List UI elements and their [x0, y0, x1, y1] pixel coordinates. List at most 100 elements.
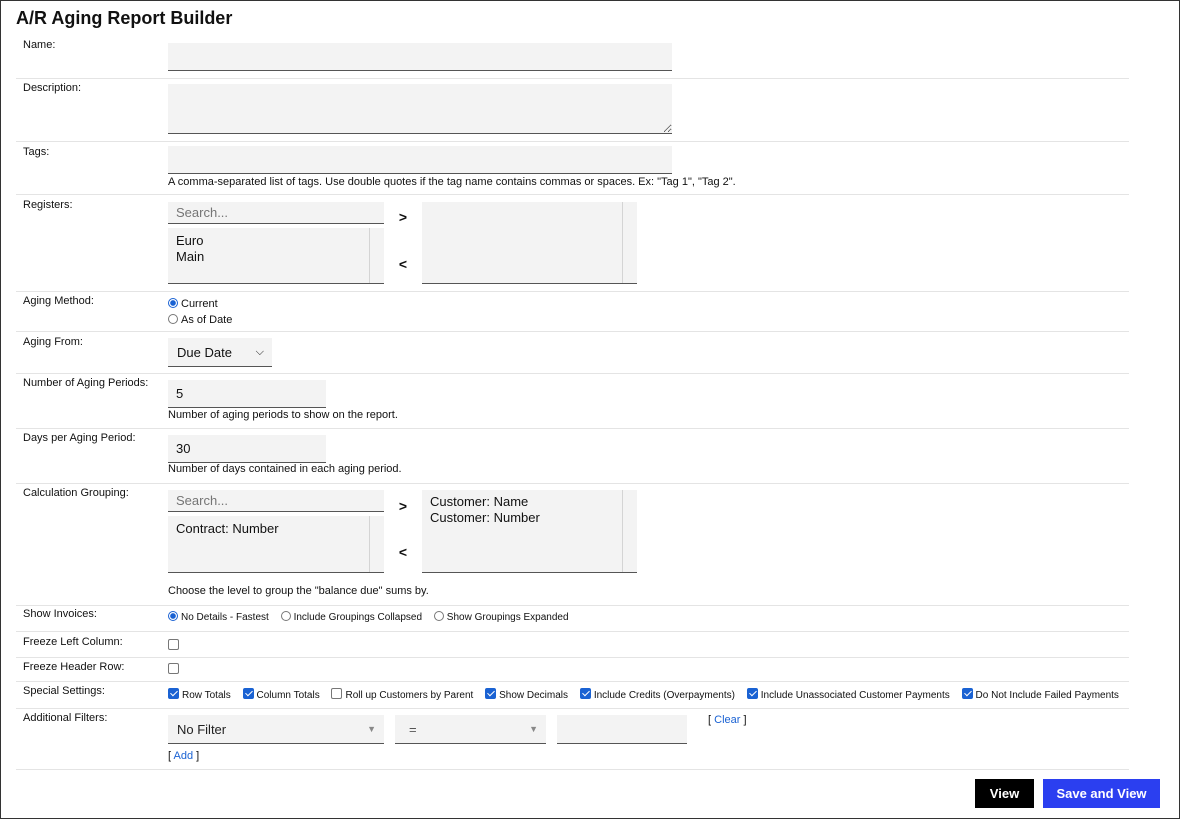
registers-label: Registers:: [23, 199, 73, 211]
name-row: Name:: [16, 34, 1129, 79]
clear-filter-control: [ Clear ]: [708, 714, 747, 726]
aging-from-row: Aging From: Due Date ⌵: [16, 331, 1129, 374]
show-invoices-expanded-option[interactable]: Show Groupings Expanded: [433, 611, 569, 623]
freeze-header-label: Freeze Header Row:: [23, 661, 125, 673]
roll-up-customers-option[interactable]: Roll up Customers by Parent: [331, 688, 473, 701]
aging-from-label: Aging From:: [23, 336, 83, 348]
name-field[interactable]: [168, 43, 672, 71]
exclude-failed-payments-option[interactable]: Do Not Include Failed Payments: [961, 688, 1119, 701]
calc-grouping-help: Choose the level to group the "balance d…: [168, 585, 429, 597]
show-decimals-option[interactable]: Show Decimals: [485, 688, 568, 701]
calc-grouping-row: Calculation Grouping: Contract: Number >…: [16, 483, 1129, 606]
list-item[interactable]: Main: [168, 249, 384, 265]
filter-value-field[interactable]: [557, 715, 687, 744]
special-settings-group: Row Totals Column Totals Roll up Custome…: [168, 688, 1119, 701]
scrollbar[interactable]: [622, 490, 637, 572]
aging-method-label: Aging Method:: [23, 295, 94, 307]
view-button[interactable]: View: [975, 779, 1034, 808]
num-periods-help: Number of aging periods to show on the r…: [168, 409, 398, 421]
show-invoices-collapsed-option[interactable]: Include Groupings Collapsed: [280, 611, 422, 623]
checkbox-icon[interactable]: [168, 688, 179, 699]
scrollbar[interactable]: [369, 516, 384, 572]
freeze-left-label: Freeze Left Column:: [23, 636, 123, 648]
name-label: Name:: [23, 39, 56, 51]
remove-register-arrow-icon[interactable]: <: [396, 256, 410, 272]
days-per-period-field[interactable]: [168, 435, 326, 463]
radio-icon[interactable]: [168, 298, 178, 308]
radio-icon[interactable]: [168, 314, 178, 324]
chevron-down-icon: ⌵: [255, 346, 264, 358]
caret-down-icon: ▼: [367, 724, 376, 734]
radio-icon[interactable]: [168, 611, 178, 621]
tags-row: Tags: A comma-separated list of tags. Us…: [16, 141, 1129, 195]
radio-icon[interactable]: [433, 611, 444, 621]
add-register-arrow-icon[interactable]: >: [396, 209, 410, 225]
row-totals-option[interactable]: Row Totals: [168, 688, 231, 701]
clear-filter-link[interactable]: Clear: [714, 714, 740, 726]
filter-field-select[interactable]: No Filter ▼: [168, 715, 384, 744]
list-item[interactable]: Customer: Number: [422, 510, 637, 526]
aging-method-as-of-date-option[interactable]: As of Date: [168, 312, 232, 328]
additional-filters-row: Additional Filters: No Filter ▼ = ▼ [ Cl…: [16, 708, 1129, 770]
show-invoices-row: Show Invoices: No Details - Fastest Incl…: [16, 605, 1129, 632]
add-filter-link[interactable]: Add: [174, 750, 194, 762]
page-title: A/R Aging Report Builder: [16, 8, 233, 28]
description-field[interactable]: [168, 84, 672, 134]
tags-label: Tags:: [23, 146, 50, 158]
radio-icon[interactable]: [280, 611, 291, 621]
num-periods-label: Number of Aging Periods:: [23, 377, 149, 389]
report-builder-window: A/R Aging Report Builder Name: Descripti…: [0, 0, 1180, 819]
calc-grouping-search-input[interactable]: [168, 490, 384, 512]
checkbox-icon[interactable]: [746, 688, 758, 699]
save-and-view-button[interactable]: Save and View: [1043, 779, 1160, 808]
calc-grouping-available-list[interactable]: Contract: Number: [168, 516, 384, 573]
freeze-left-checkbox[interactable]: [168, 639, 179, 650]
registers-selected-list[interactable]: [422, 202, 637, 284]
caret-down-icon: ▼: [529, 724, 538, 734]
freeze-header-row: Freeze Header Row:: [16, 657, 1129, 682]
days-per-period-label: Days per Aging Period:: [23, 432, 136, 444]
add-grouping-arrow-icon[interactable]: >: [396, 498, 410, 514]
show-invoices-radio-group: No Details - Fastest Include Groupings C…: [168, 611, 578, 623]
registers-search-input[interactable]: [168, 202, 384, 224]
registers-available-list[interactable]: Euro Main: [168, 228, 384, 284]
aging-method-current-option[interactable]: Current: [168, 296, 232, 312]
checkbox-icon[interactable]: [485, 688, 497, 699]
freeze-header-checkbox[interactable]: [168, 663, 179, 674]
num-periods-field[interactable]: [168, 380, 326, 408]
list-item[interactable]: Euro: [168, 233, 384, 249]
description-row: Description:: [16, 78, 1129, 142]
include-unassociated-payments-option[interactable]: Include Unassociated Customer Payments: [746, 688, 950, 701]
calc-grouping-label: Calculation Grouping:: [23, 487, 129, 499]
num-periods-row: Number of Aging Periods: Number of aging…: [16, 373, 1129, 429]
registers-row: Registers: Euro Main > <: [16, 194, 1129, 292]
aging-from-select[interactable]: Due Date ⌵: [168, 338, 272, 367]
special-settings-row: Special Settings: Row Totals Column Tota…: [16, 681, 1129, 709]
calc-grouping-selected-list[interactable]: Customer: Name Customer: Number: [422, 490, 637, 573]
scrollbar[interactable]: [369, 228, 384, 283]
scrollbar[interactable]: [622, 202, 637, 283]
checkbox-icon[interactable]: [961, 688, 973, 699]
tags-help: A comma-separated list of tags. Use doub…: [168, 176, 736, 188]
days-per-period-help: Number of days contained in each aging p…: [168, 463, 402, 475]
show-invoices-label: Show Invoices:: [23, 608, 97, 620]
list-item[interactable]: Contract: Number: [168, 521, 384, 537]
list-item[interactable]: Customer: Name: [422, 494, 637, 510]
aging-method-row: Aging Method: Current As of Date: [16, 291, 1129, 332]
days-per-period-row: Days per Aging Period: Number of days co…: [16, 428, 1129, 484]
aging-method-radio-group: Current As of Date: [168, 296, 232, 328]
show-invoices-no-details-option[interactable]: No Details - Fastest: [168, 611, 269, 623]
include-credits-option[interactable]: Include Credits (Overpayments): [579, 688, 735, 701]
add-filter-control: [ Add ]: [168, 750, 200, 762]
column-totals-option[interactable]: Column Totals: [242, 688, 320, 701]
special-settings-label: Special Settings:: [23, 685, 105, 697]
filter-operator-select[interactable]: = ▼: [395, 715, 546, 744]
checkbox-icon[interactable]: [242, 688, 254, 699]
checkbox-icon[interactable]: [331, 688, 343, 699]
checkbox-icon[interactable]: [579, 688, 591, 699]
remove-grouping-arrow-icon[interactable]: <: [396, 544, 410, 560]
freeze-left-row: Freeze Left Column:: [16, 631, 1129, 658]
description-label: Description:: [23, 82, 82, 94]
additional-filters-label: Additional Filters:: [23, 712, 108, 724]
tags-field[interactable]: [168, 146, 672, 174]
